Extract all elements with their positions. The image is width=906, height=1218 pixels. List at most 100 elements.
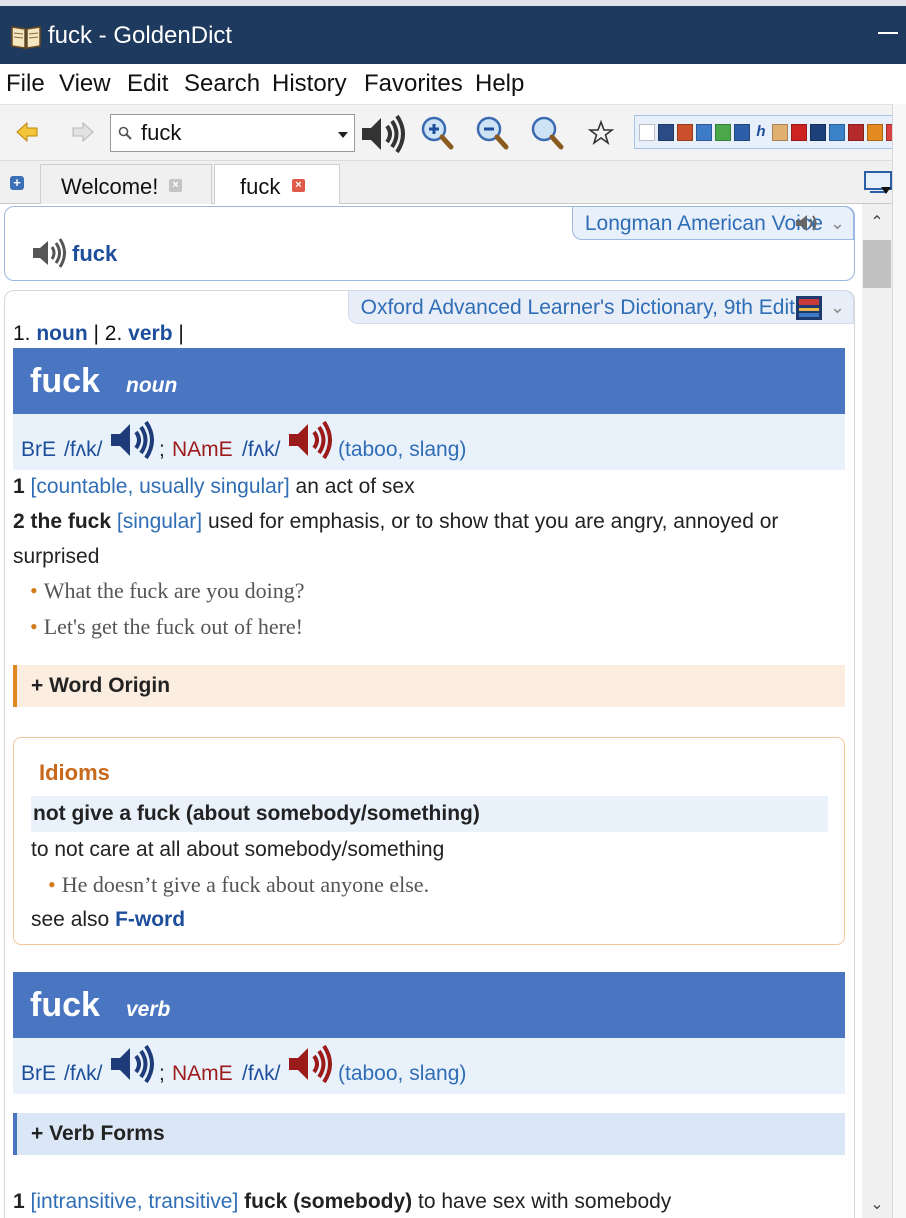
pos-number: 1.: [13, 322, 31, 345]
bre-ipa: /fʌk/: [64, 438, 103, 461]
window-title: fuck - GoldenDict: [48, 22, 233, 49]
sense-definition: surprised: [13, 545, 100, 568]
pronunciation-row: BrE /fʌk/ ; NAmE /fʌk/ (taboo, slang): [13, 414, 845, 470]
headword: fuck: [30, 986, 100, 1024]
title-bar: fuck - GoldenDict: [0, 0, 906, 64]
sense-number: 2: [13, 510, 25, 533]
sense-phrase: fuck (somebody): [244, 1190, 413, 1213]
dict-longman-header[interactable]: Longman American Voice ⌄: [571, 206, 854, 240]
tabs-list-icon[interactable]: [864, 170, 894, 196]
pron-separator: ;: [159, 438, 165, 461]
verb-sense-1: 1 [intransitive, transitive] fuck (someb…: [13, 1184, 845, 1218]
verb-forms-toggle[interactable]: + Verb Forms: [13, 1113, 845, 1155]
book-icon: [11, 26, 41, 49]
verb-forms-label: + Verb Forms: [31, 1122, 165, 1145]
dict-icon[interactable]: [810, 124, 826, 141]
tab-welcome[interactable]: Welcome! ×: [40, 164, 212, 204]
scrollbar-thumb[interactable]: [863, 240, 891, 288]
dict-icon[interactable]: [715, 124, 731, 141]
idioms-title: Idioms: [39, 760, 110, 785]
see-also: see also F-word: [31, 908, 185, 932]
tab-label: Welcome!: [61, 174, 159, 199]
forward-arrow-icon[interactable]: [70, 119, 96, 145]
name-speaker-icon[interactable]: [287, 420, 335, 462]
tab-label: fuck: [240, 174, 281, 199]
headword: fuck: [30, 362, 100, 400]
pos-link-verb[interactable]: verb: [128, 322, 172, 345]
grammar-label: [singular]: [116, 510, 203, 533]
sense-definition: used for emphasis, or to show that you a…: [207, 510, 779, 533]
example-text: He doesn’t give a fuck about anyone else…: [61, 872, 430, 897]
headword-link[interactable]: fuck: [72, 241, 117, 267]
collapse-chevron-icon[interactable]: ⌄: [830, 207, 845, 240]
close-icon[interactable]: ×: [292, 179, 305, 192]
menu-bar: File View Edit Search History Favorites …: [0, 64, 906, 104]
tab-fuck[interactable]: fuck ×: [214, 164, 340, 205]
zoom-in-icon[interactable]: [420, 115, 454, 151]
speaker-icon[interactable]: [31, 237, 69, 269]
pos-link-noun[interactable]: noun: [36, 322, 87, 345]
pos-separator: |: [178, 322, 184, 345]
idiom-phrase-text: not give a fuck (about somebody/somethin…: [33, 802, 480, 825]
zoom-out-icon[interactable]: [475, 115, 509, 151]
dict-icon[interactable]: h: [753, 124, 769, 141]
favorite-star-icon[interactable]: [588, 120, 614, 146]
search-combobox[interactable]: [110, 114, 355, 152]
see-also-link[interactable]: F-word: [115, 908, 185, 931]
bre-speaker-icon[interactable]: [109, 1044, 157, 1086]
tab-bar: + Welcome! × fuck ×: [0, 160, 906, 205]
chevron-down-icon[interactable]: [338, 132, 348, 138]
idiom-phrase: not give a fuck (about somebody/somethin…: [31, 796, 828, 832]
dict-icon[interactable]: [867, 124, 883, 141]
dict-icon[interactable]: [772, 124, 788, 141]
idiom-example: • He doesn’t give a fuck about anyone els…: [48, 872, 430, 897]
minimize-button[interactable]: [878, 32, 898, 34]
part-of-speech: noun: [126, 374, 178, 397]
menu-file[interactable]: File: [6, 70, 45, 98]
dict-icon[interactable]: [677, 124, 693, 141]
goldendict-window: fuck - GoldenDict File View Edit Search …: [0, 0, 906, 1218]
dict-icon[interactable]: [791, 124, 807, 141]
dict-icon[interactable]: [848, 124, 864, 141]
menu-favorites[interactable]: Favorites: [364, 70, 463, 98]
menu-search[interactable]: Search: [184, 70, 260, 98]
vertical-scrollbar[interactable]: ⌃ ⌄: [862, 204, 892, 1218]
bre-speaker-icon[interactable]: [109, 420, 157, 462]
name-ipa: /fʌk/: [242, 438, 281, 461]
sense-definition: an act of sex: [295, 475, 415, 498]
speaker-icon[interactable]: [795, 212, 821, 234]
add-tab-button[interactable]: +: [10, 176, 24, 190]
example-text: What the fuck are you doing?: [43, 578, 305, 603]
entry-header-verb: fuck verb: [13, 972, 845, 1038]
close-icon[interactable]: ×: [169, 179, 182, 192]
dict-icon[interactable]: [658, 124, 674, 141]
menu-view[interactable]: View: [59, 70, 111, 98]
dict-icon[interactable]: [696, 124, 712, 141]
example-sentence: • Let's get the fuck out of here!: [30, 614, 304, 639]
grammar-label: [countable, usually singular]: [30, 475, 290, 498]
collapse-chevron-icon[interactable]: ⌄: [830, 291, 845, 324]
sense-definition: to have sex with somebody: [418, 1190, 672, 1213]
scroll-down-icon[interactable]: ⌄: [862, 1194, 892, 1214]
dict-longman-voice-icon[interactable]: [639, 124, 655, 141]
dict-icon[interactable]: [734, 124, 750, 141]
word-origin-toggle[interactable]: + Word Origin: [13, 665, 845, 707]
dict-icon[interactable]: [829, 124, 845, 141]
pronounce-speaker-icon[interactable]: [360, 113, 408, 155]
pronunciation-row: BrE /fʌk/ ; NAmE /fʌk/ (taboo, slang): [13, 1038, 845, 1094]
sense-1: 1 [countable, usually singular] an act o…: [13, 469, 845, 504]
example-sentence: • What the fuck are you doing?: [30, 578, 305, 603]
search-input[interactable]: [141, 119, 331, 147]
example-text: Let's get the fuck out of here!: [43, 614, 304, 639]
name-speaker-icon[interactable]: [287, 1044, 335, 1086]
sense-number: 1: [13, 1190, 25, 1213]
dict-longman-frame: Longman American Voice ⌄ fuck: [4, 206, 855, 281]
scroll-up-icon[interactable]: ⌃: [862, 212, 892, 232]
zoom-reset-icon[interactable]: [530, 115, 564, 151]
menu-history[interactable]: History: [272, 70, 347, 98]
see-also-label: see also: [31, 908, 110, 931]
back-arrow-icon[interactable]: [14, 119, 40, 145]
menu-help[interactable]: Help: [475, 70, 524, 98]
menu-edit[interactable]: Edit: [127, 70, 168, 98]
dict-oxford-header[interactable]: Oxford Advanced Learner's Dictionary, 9t…: [347, 290, 854, 324]
